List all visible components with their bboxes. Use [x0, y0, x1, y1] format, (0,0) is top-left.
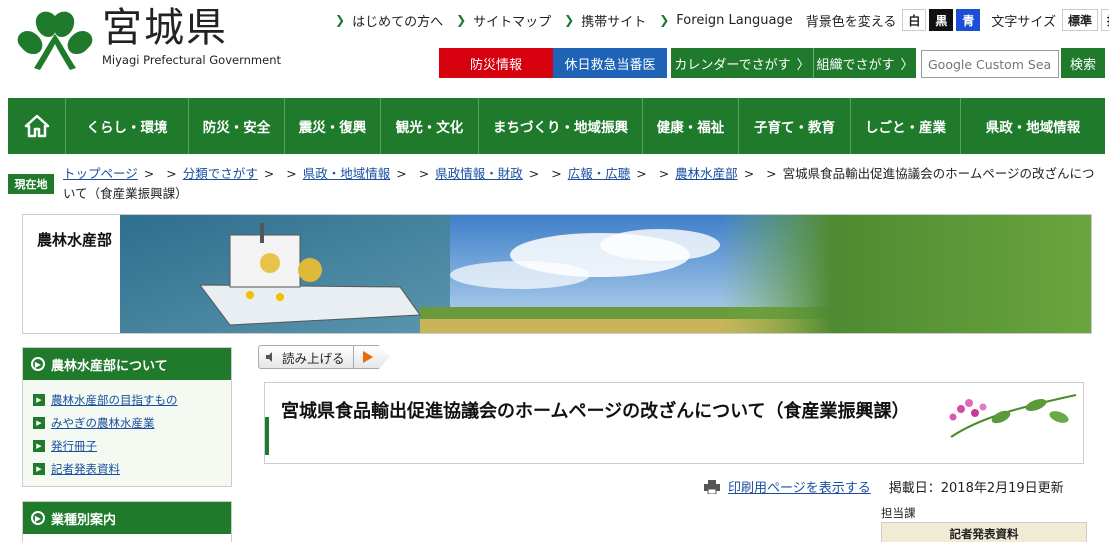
breadcrumb-top[interactable]: トップページ: [63, 166, 138, 181]
breadcrumb-government[interactable]: 県政・地域情報: [303, 166, 391, 181]
breadcrumb-separator: >: [551, 166, 562, 181]
breadcrumb-separator: >: [636, 166, 647, 181]
nav-item-childcare[interactable]: 子育て・教育: [739, 98, 851, 154]
sidebar-link-goals[interactable]: 農林水産部の目指すもの: [51, 392, 178, 408]
nav-item-tourism[interactable]: 観光・文化: [381, 98, 479, 154]
title-accent-bar: [265, 417, 269, 455]
chevron-right-icon: ❯: [564, 13, 575, 27]
breadcrumb-separator: >: [658, 166, 670, 181]
arrow-right-circle-icon: ▶: [31, 511, 45, 525]
speaker-icon: [266, 352, 272, 362]
published-date: 掲載日：2018年2月19日更新: [888, 481, 1064, 496]
nav-item-disaster-safety[interactable]: 防災・安全: [189, 98, 285, 154]
list-item: ▶ 発行冊子: [33, 434, 231, 457]
nav-item-community[interactable]: まちづくり・地域振興: [479, 98, 643, 154]
breadcrumb-separator: >: [263, 166, 275, 181]
breadcrumb-separator: >: [396, 166, 407, 181]
list-item: ▶ 記者発表資料: [33, 457, 231, 480]
link-foreign-language[interactable]: ❯ Foreign Language: [659, 13, 792, 28]
nav-item-reconstruction[interactable]: 震災・復興: [285, 98, 381, 154]
home-icon: [24, 114, 49, 138]
list-marker-icon: ▶: [33, 439, 45, 452]
breadcrumb-separator: >: [743, 166, 755, 181]
nav-item-living[interactable]: くらし・環境: [66, 98, 189, 154]
list-marker-icon: ▶: [33, 393, 45, 406]
chevron-right-icon: ❯: [456, 13, 467, 27]
page-title: 宮城県食品輸出促進協議会のホームページの改ざんについて（食産業振興課）: [281, 401, 910, 422]
prefecture-emblem-icon: [17, 11, 93, 70]
breadcrumb-pr[interactable]: 広報・広聴: [568, 166, 631, 181]
breadcrumb-finance[interactable]: 県政情報・財政: [435, 166, 523, 181]
sidebar-about: ▶ 農林水産部について ▶ 農林水産部の目指すもの ▶ みやぎの農林水産業 ▶ 発行冊子…: [22, 347, 232, 487]
sidebar-link-publications[interactable]: 発行冊子: [51, 438, 97, 454]
bg-black-button[interactable]: 黒: [929, 9, 954, 31]
department-label: 担当課: [881, 506, 916, 520]
print-page-link[interactable]: 印刷用ページを表示する: [728, 477, 871, 496]
read-aloud-button[interactable]: 読み上げる: [258, 345, 354, 369]
sidebar-link-industry[interactable]: みやぎの農林水産業: [51, 415, 155, 431]
home-button[interactable]: [8, 98, 66, 154]
global-nav: くらし・環境 防災・安全 震災・復興 観光・文化 まちづくり・地域振興 健康・福…: [8, 98, 1105, 154]
flower-decoration-icon: [949, 394, 1077, 438]
banner-department-label: 農林水産部: [37, 231, 113, 249]
holiday-emergency-button[interactable]: 休日救急当番医: [553, 48, 667, 78]
arrow-right-circle-icon: ▶: [31, 357, 45, 371]
page-title-box: 宮城県食品輸出促進協議会のホームページの改ざんについて（食産業振興課）: [264, 382, 1084, 464]
nav-item-health[interactable]: 健康・福祉: [643, 98, 739, 154]
sidebar-about-list: ▶ 農林水産部の目指すもの ▶ みやぎの農林水産業 ▶ 発行冊子 ▶ 記者発表資料: [23, 380, 231, 486]
department-banner: 農林水産部: [22, 214, 1092, 334]
sidebar-business-heading[interactable]: ▶ 業種別案内: [23, 502, 231, 534]
calendar-search-button[interactable]: カレンダーでさがす〉: [671, 48, 813, 78]
list-marker-icon: ▶: [33, 416, 45, 429]
logo-title: 宮城県: [102, 5, 228, 51]
font-standard-button[interactable]: 標準: [1062, 9, 1099, 31]
sidebar-link-press[interactable]: 記者発表資料: [51, 461, 120, 477]
chevron-right-icon: 〉: [900, 57, 914, 73]
play-icon: [363, 351, 374, 363]
banner-image: [120, 215, 1091, 333]
font-large-button[interactable]: 拡大: [1101, 9, 1109, 31]
breadcrumb-agriculture[interactable]: 農林水産部: [675, 166, 738, 181]
site-logo[interactable]: 宮城県 Miyagi Prefectural Government: [14, 6, 284, 76]
bg-blue-button[interactable]: 青: [956, 9, 981, 31]
list-item: ▶ みやぎの農林水産業: [33, 411, 231, 434]
list-marker-icon: ▶: [33, 462, 45, 475]
font-size-label: 文字サイズ: [991, 14, 1057, 30]
read-aloud-control: 読み上げる: [258, 345, 390, 371]
organization-search-button[interactable]: 組織でさがす〉: [813, 48, 916, 78]
nav-item-government[interactable]: 県政・地域情報: [961, 98, 1105, 154]
print-row: 印刷用ページを表示する 掲載日：2018年2月19日更新: [704, 477, 1064, 496]
bg-color-label: 背景色を変える: [805, 14, 897, 30]
breadcrumb-separator: >: [418, 166, 430, 181]
breadcrumb-category[interactable]: 分類でさがす: [183, 166, 258, 181]
link-first-time[interactable]: ❯ はじめての方へ: [335, 11, 443, 30]
breadcrumb-separator: >: [528, 166, 540, 181]
breadcrumb-separator: >: [166, 166, 177, 181]
chevron-right-icon: ❯: [659, 13, 670, 27]
logo-subtitle: Miyagi Prefectural Government: [102, 53, 281, 67]
disaster-info-button[interactable]: 防災情報: [439, 48, 553, 78]
chevron-right-icon: 〉: [796, 57, 810, 73]
sidebar-business: ▶ 業種別案内: [22, 501, 232, 542]
breadcrumb-separator: >: [143, 166, 155, 181]
link-sitemap[interactable]: ❯ サイトマップ: [456, 11, 551, 30]
sidebar-about-heading[interactable]: ▶ 農林水産部について: [23, 348, 231, 380]
play-button[interactable]: [353, 345, 390, 369]
department-box: 記者発表資料: [881, 522, 1087, 542]
bg-white-button[interactable]: 白: [902, 9, 927, 31]
search-input[interactable]: [921, 50, 1059, 78]
list-item: ▶ 農林水産部の目指すもの: [33, 388, 231, 411]
search-button[interactable]: 検索: [1061, 48, 1105, 78]
chevron-right-icon: ❯: [335, 13, 346, 27]
link-mobile[interactable]: ❯ 携帯サイト: [564, 11, 646, 30]
breadcrumb-separator: >: [766, 166, 777, 181]
current-location-badge: 現在地: [8, 174, 54, 194]
utility-links: ❯ はじめての方へ ❯ サイトマップ ❯ 携帯サイト ❯ Foreign Languag…: [335, 9, 1109, 31]
nav-item-work[interactable]: しごと・産業: [851, 98, 961, 154]
breadcrumb: トップページ > > 分類でさがす > > 県政・地域情報 > > 県政情報・財政 > > 広報・広聴 >…: [63, 164, 1103, 204]
breadcrumb-separator: >: [286, 166, 297, 181]
printer-icon: [704, 479, 720, 494]
